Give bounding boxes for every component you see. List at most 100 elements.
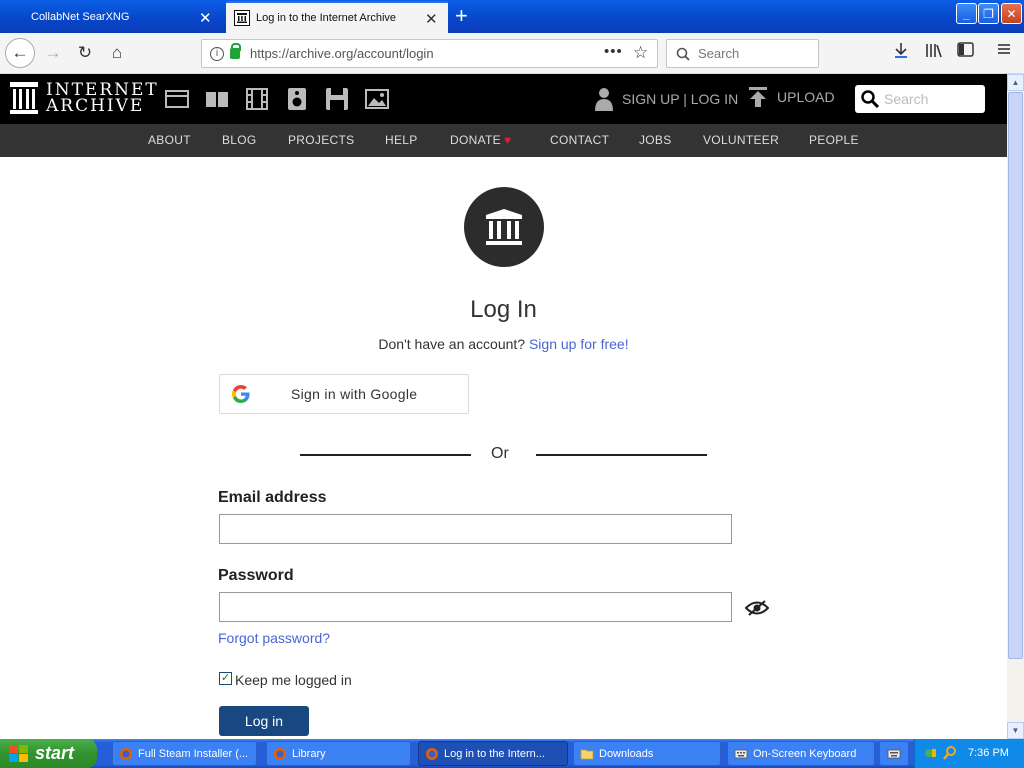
page-scrollbar[interactable]: ▲ ▼ (1007, 74, 1024, 739)
browser-search-placeholder: Search (698, 46, 740, 61)
web-icon[interactable] (165, 88, 189, 110)
nav-jobs[interactable]: JOBS (639, 133, 672, 147)
clock: 7:36 PM (968, 747, 1009, 759)
taskbar-keyboard-tray-button[interactable] (879, 741, 909, 766)
page-info-icon[interactable]: i (210, 46, 224, 61)
keep-logged-in-label[interactable]: Keep me logged in (235, 672, 352, 688)
ia-top-bar: INTERNET ARCHIVE SIGN UP | LOG IN UPLOAD… (0, 74, 1007, 124)
audio-icon[interactable] (285, 88, 309, 110)
texts-icon[interactable] (205, 88, 229, 110)
tray-search-icon[interactable] (943, 745, 957, 760)
no-account-text: Don't have an account? (378, 336, 526, 352)
user-icon (595, 88, 613, 111)
nav-help[interactable]: HELP (385, 133, 418, 147)
library-icon[interactable] (925, 42, 943, 63)
scroll-thumb[interactable] (1008, 92, 1023, 659)
internet-archive-favicon-icon (234, 10, 250, 26)
page-actions-more-icon[interactable]: ••• (604, 43, 623, 60)
signup-link[interactable]: Sign up for free! (529, 336, 629, 352)
ia-search-input[interactable]: Search (855, 85, 985, 113)
internet-archive-logo[interactable]: INTERNET ARCHIVE (10, 82, 159, 116)
keyboard-icon (734, 749, 748, 758)
scroll-up-arrow-icon[interactable]: ▲ (1007, 74, 1024, 91)
tab-collabnet-searxng[interactable]: CollabNet SearXNG ✕ (0, 1, 224, 33)
forgot-password-link[interactable]: Forgot password? (218, 630, 330, 646)
scroll-down-arrow-icon[interactable]: ▼ (1007, 722, 1024, 739)
close-window-button[interactable]: ✕ (1001, 3, 1022, 24)
browser-search-input[interactable]: Search (666, 39, 819, 68)
taskbar-item-label: Full Steam Installer (... (138, 747, 249, 760)
signup-prompt: Don't have an account? Sign up for free! (0, 336, 1007, 352)
nav-contact[interactable]: CONTACT (550, 133, 609, 147)
taskbar-item-steam-installer[interactable]: Full Steam Installer (... (112, 741, 257, 766)
google-signin-button[interactable]: Sign in with Google (219, 374, 469, 414)
software-icon[interactable] (325, 88, 349, 110)
divider-right (536, 454, 707, 456)
firefox-icon (274, 747, 286, 760)
login-submit-button[interactable]: Log in (219, 706, 309, 736)
password-label: Password (218, 567, 294, 584)
start-label: start (35, 743, 75, 763)
start-button[interactable]: start (0, 739, 97, 768)
reload-icon[interactable]: ↻ (70, 38, 100, 68)
bookmark-star-icon[interactable]: ☆ (633, 43, 648, 63)
upload-icon (749, 87, 767, 107)
nav-blog[interactable]: BLOG (222, 133, 257, 147)
ia-account-links[interactable]: SIGN UP | LOG IN (594, 87, 738, 111)
ia-upload-link[interactable]: UPLOAD (749, 87, 835, 107)
folder-icon (580, 749, 594, 759)
restore-window-button[interactable]: ❐ (978, 3, 999, 24)
nav-people[interactable]: PEOPLE (809, 133, 859, 147)
close-tab-icon[interactable]: ✕ (199, 9, 212, 27)
browser-tab-bar: CollabNet SearXNG ✕ Log in to the Intern… (0, 0, 1024, 33)
taskbar-item-label: Downloads (599, 747, 654, 760)
google-button-label: Sign in with Google (291, 386, 418, 402)
minimize-window-button[interactable]: _ (956, 3, 977, 24)
taskbar-item-onscreen-keyboard[interactable]: On-Screen Keyboard (727, 741, 875, 766)
taskbar-item-library[interactable]: Library (266, 741, 411, 766)
tab-internet-archive-login[interactable]: Log in to the Internet Archive ✕ (226, 1, 448, 33)
tab-label: CollabNet SearXNG (31, 11, 130, 23)
home-icon[interactable]: ⌂ (102, 38, 132, 68)
hamburger-menu-icon[interactable] (997, 42, 1011, 61)
search-icon (861, 90, 879, 108)
email-field[interactable] (219, 514, 732, 544)
video-icon[interactable] (245, 88, 269, 110)
images-icon[interactable] (365, 88, 389, 110)
nav-projects[interactable]: PROJECTS (288, 133, 354, 147)
password-field[interactable] (219, 592, 732, 622)
tray-network-icon[interactable] (924, 746, 938, 760)
nav-donate[interactable]: DONATE (450, 133, 501, 147)
taskbar-item-label: Log in to the Intern... (444, 747, 545, 760)
forward-arrow-icon[interactable]: → (38, 38, 68, 68)
sidebar-icon[interactable] (957, 42, 974, 62)
taskbar-item-downloads[interactable]: Downloads (573, 741, 721, 766)
google-logo-icon (232, 385, 250, 403)
close-tab-icon[interactable]: ✕ (425, 10, 438, 28)
ia-search-placeholder: Search (884, 91, 929, 107)
nav-volunteer[interactable]: VOLUNTEER (703, 133, 779, 147)
taskbar-item-internet-archive[interactable]: Log in to the Intern... (418, 741, 568, 766)
email-label: Email address (218, 489, 327, 506)
firefox-icon (120, 747, 132, 760)
tab-label: Log in to the Internet Archive (256, 12, 397, 24)
windows-flag-icon (9, 744, 28, 762)
search-icon (676, 47, 690, 61)
taskbar-item-label: On-Screen Keyboard (753, 747, 857, 760)
address-bar[interactable]: i https://archive.org/account/login ••• … (201, 39, 658, 68)
signup-login-link[interactable]: SIGN UP | LOG IN (622, 91, 738, 107)
new-tab-button[interactable]: + (455, 4, 468, 28)
or-divider-text: Or (491, 445, 509, 462)
browser-toolbar: ← → ↻ ⌂ i https://archive.org/account/lo… (0, 33, 1024, 74)
ia-secondary-nav: ABOUT BLOG PROJECTS HELP DONATE ♥ CONTAC… (0, 124, 1007, 157)
keyboard-icon (887, 749, 901, 758)
keep-logged-in-checkbox[interactable]: ✓ (219, 672, 232, 685)
downloads-icon[interactable] (893, 42, 909, 63)
url-text[interactable]: https://archive.org/account/login (250, 46, 434, 61)
donate-heart-icon: ♥ (504, 133, 512, 147)
logo-text-line2: ARCHIVE (46, 96, 145, 116)
back-arrow-icon[interactable]: ← (5, 38, 35, 68)
toggle-password-visibility-icon[interactable] (745, 600, 769, 616)
nav-about[interactable]: ABOUT (148, 133, 191, 147)
system-tray: 7:36 PM (914, 739, 1024, 768)
